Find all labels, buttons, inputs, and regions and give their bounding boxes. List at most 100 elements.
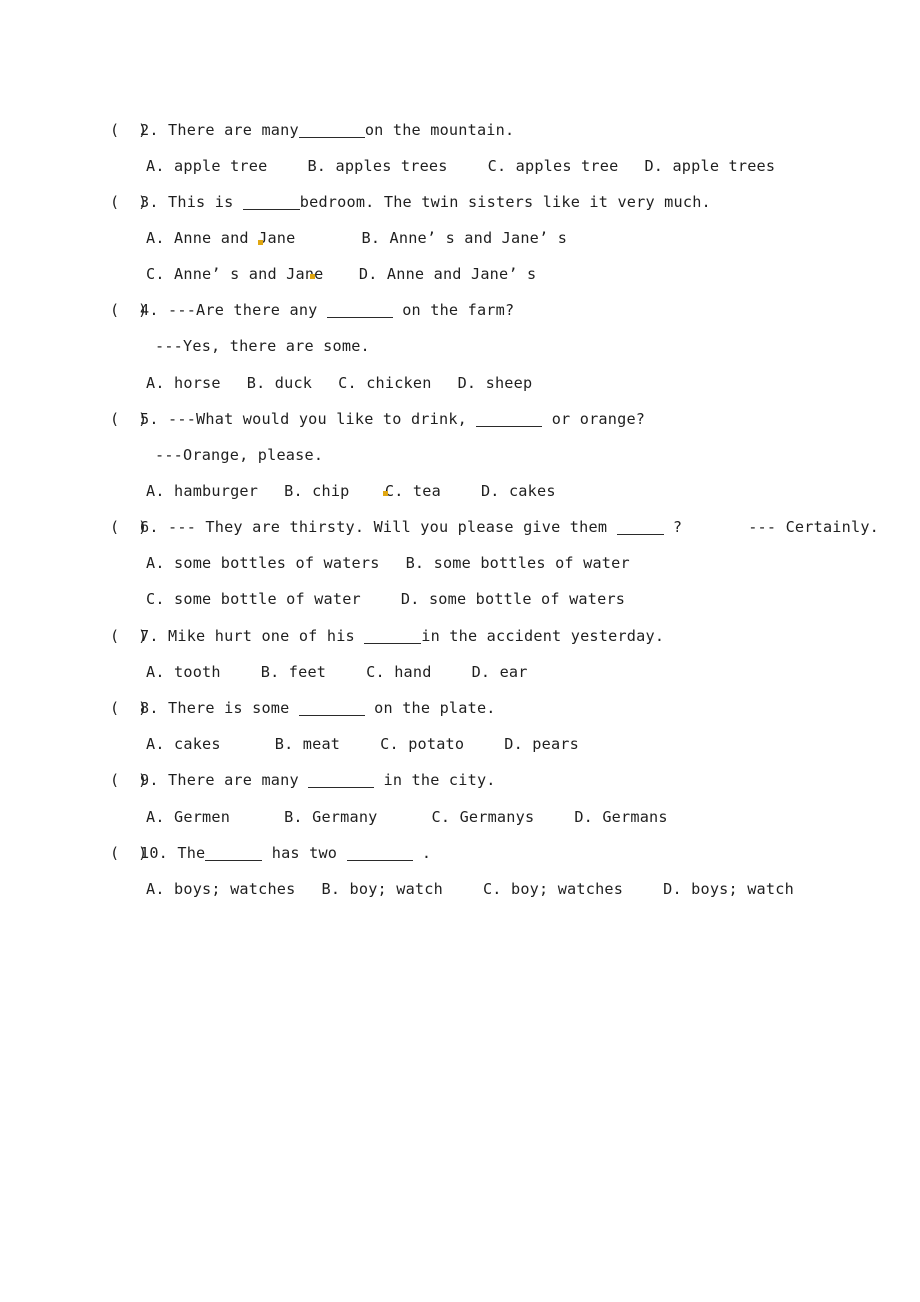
answer-blank-2[interactable] (298, 122, 365, 138)
choice-bracket-5[interactable]: ( ) (110, 409, 147, 429)
option-text-4c[interactable]: chicken (366, 374, 431, 392)
option-text-6b[interactable]: some bottles of water (434, 554, 630, 572)
question-text-10a: The (177, 844, 206, 862)
choice-bracket-9[interactable]: ( ) (110, 770, 147, 790)
question-stem-10: ( )10. The has two . (110, 843, 431, 863)
option-text-7c[interactable]: hand (394, 663, 431, 681)
option-label-2c: C. (487, 157, 507, 175)
option-row-3-1: A. Anne and Jane B. Anne’ s and Jane’ s (146, 228, 567, 248)
option-text-4d[interactable]: sheep (486, 374, 533, 392)
option-label-3a: A. (146, 229, 165, 247)
answer-blank-6[interactable] (616, 519, 664, 535)
option-text-9a[interactable]: Germen (174, 808, 230, 826)
option-row-9-1: A. Germen B. Germany C. Germanys D. Germans (146, 807, 668, 827)
option-text-6d[interactable]: some bottle of waters (429, 590, 625, 608)
option-row-6-2: C. some bottle of water D. some bottle of… (146, 589, 625, 609)
choice-bracket-8[interactable]: ( ) (110, 698, 147, 718)
answer-blank-4[interactable] (326, 302, 393, 318)
question-text-7b: in the accident yesterday. (421, 627, 665, 645)
choice-bracket-2[interactable]: ( ) (110, 120, 147, 140)
question-number-6: 6. (140, 518, 159, 536)
option-text-2c[interactable]: apples tree (516, 157, 619, 175)
option-text-5b[interactable]: chip (312, 482, 359, 500)
question-text-9a: There are many (168, 771, 309, 789)
option-text-9d[interactable]: Germans (602, 808, 667, 826)
annotation-mark-chip (383, 491, 388, 496)
option-text-5d[interactable]: cakes (509, 482, 556, 500)
question-stem-5: ( )5. ---What would you like to drink, o… (110, 409, 645, 429)
option-label-3b: B. (361, 229, 381, 247)
option-text-10b[interactable]: boy; watch (350, 880, 443, 898)
option-text-2a[interactable]: apple tree (174, 157, 267, 175)
option-label-9a: A. (146, 808, 165, 826)
choice-bracket-6[interactable]: ( ) (110, 517, 147, 537)
option-text-7d[interactable]: ear (500, 663, 528, 681)
option-text-7a[interactable]: tooth (174, 663, 221, 681)
choice-bracket-3[interactable]: ( ) (110, 192, 147, 212)
option-label-4a: A. (146, 374, 165, 392)
question-text-2b: on the mountain. (364, 121, 515, 139)
answer-blank-9[interactable] (308, 772, 375, 788)
option-text-9c[interactable]: Germanys (460, 808, 535, 826)
option-label-5a: A. (146, 482, 165, 500)
option-label-10d: D. (663, 880, 682, 898)
option-text-9b[interactable]: Germany (312, 808, 377, 826)
option-label-4b: B. (246, 374, 266, 392)
option-row-5-1: A. hamburger B. chip C. tea D. cakes (146, 481, 556, 501)
question-text-10b: has two (262, 844, 347, 862)
option-text-10c[interactable]: boy; watches (511, 880, 623, 898)
choice-bracket-7[interactable]: ( ) (110, 626, 147, 646)
option-label-8c: C. (380, 735, 399, 753)
question-stem-6: ( )6. --- They are thirsty. Will you ple… (110, 517, 879, 537)
option-label-10a: A. (146, 880, 165, 898)
option-text-2b[interactable]: apples trees (336, 157, 448, 175)
answer-blank-8[interactable] (298, 700, 365, 716)
option-text-8a[interactable]: cakes (174, 735, 221, 753)
question-stem-9: ( )9. There are many in the city. (110, 770, 496, 790)
option-row-3-2: C. Anne’ s and Jane D. Anne and Jane’ s (146, 264, 536, 284)
choice-bracket-10[interactable]: ( ) (110, 843, 147, 863)
answer-blank-5[interactable] (476, 411, 543, 427)
option-text-8b[interactable]: meat (303, 735, 340, 753)
option-text-8c[interactable]: potato (408, 735, 464, 753)
answer-blank-10-1[interactable] (205, 845, 263, 861)
option-text-3d[interactable]: Anne and Jane’ s (387, 265, 537, 283)
option-label-4c: C. (338, 374, 357, 392)
option-text-6a[interactable]: some bottles of waters (174, 554, 380, 572)
option-text-10a[interactable]: boys; watches (174, 880, 295, 898)
choice-bracket-4[interactable]: ( ) (110, 300, 147, 320)
annotation-mark-jane-option-c (310, 274, 315, 279)
option-text-5c[interactable]: tea (413, 482, 441, 500)
option-text-3b[interactable]: Anne’ s and Jane’ s (390, 229, 568, 247)
question-text-6c: --- Certainly. (748, 518, 880, 536)
option-text-5a[interactable]: hamburger (174, 482, 258, 500)
option-label-3d: D. (358, 265, 378, 283)
question-text-5a: ---What would you like to drink, (168, 410, 477, 428)
question-number-4: 4. (140, 301, 159, 319)
question-text-8b: on the plate. (364, 699, 496, 717)
document-page: ( )2. There are many on the mountain. A. … (0, 0, 920, 1302)
question-stem-4: ( )4. ---Are there any on the farm? (110, 300, 514, 320)
answer-blank-10-2[interactable] (346, 845, 413, 861)
question-text-3a: This is (168, 193, 243, 211)
option-text-7b[interactable]: feet (289, 663, 326, 681)
option-text-6c[interactable]: some bottle of water (174, 590, 361, 608)
option-text-4a[interactable]: horse (174, 374, 221, 392)
question-number-10: 10. (140, 844, 169, 862)
option-label-10b: B. (321, 880, 341, 898)
option-text-8d[interactable]: pears (532, 735, 579, 753)
option-text-3a[interactable]: Anne and Jane (174, 229, 295, 247)
option-text-2d[interactable]: apple trees (672, 157, 775, 175)
option-label-6b: B. (405, 554, 425, 572)
answer-blank-7[interactable] (364, 628, 422, 644)
option-label-8a: A. (146, 735, 165, 753)
annotation-mark-jane (258, 240, 263, 245)
question-stem-2: ( )2. There are many on the mountain. (110, 120, 514, 140)
option-text-4b[interactable]: duck (275, 374, 312, 392)
option-label-8d: D. (504, 735, 523, 753)
answer-blank-3[interactable] (242, 194, 300, 210)
question-text-7a: Mike hurt one of his (168, 627, 365, 645)
option-text-10d[interactable]: boys; watch (691, 880, 794, 898)
question-number-8: 8. (140, 699, 159, 717)
dialogue-line-5: ---Orange, please. (155, 446, 324, 464)
